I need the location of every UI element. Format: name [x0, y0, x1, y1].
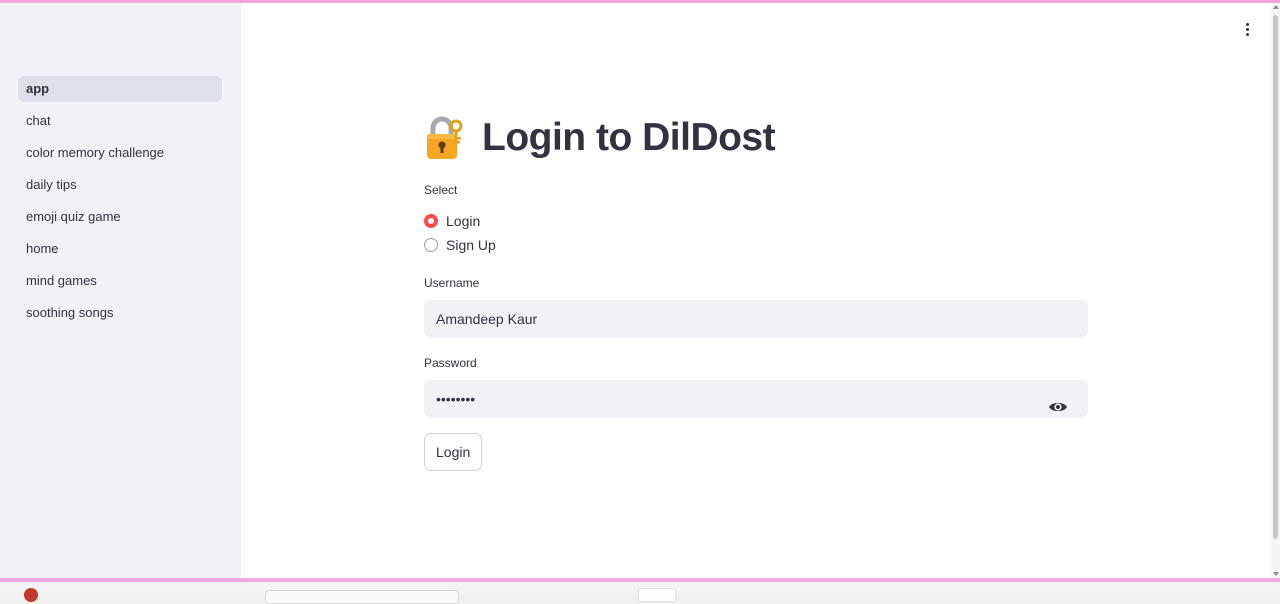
radio-label-login: Login: [446, 213, 481, 229]
scroll-thumb[interactable]: [1273, 15, 1278, 539]
password-value: ••••••••: [436, 391, 476, 407]
auth-mode-radio-group: Login Sign Up: [424, 209, 1088, 257]
radio-checked-icon[interactable]: [424, 214, 438, 228]
sidebar-item-emoji-quiz-game[interactable]: emoji quiz game: [18, 204, 222, 230]
scroll-down-icon[interactable]: [1273, 572, 1279, 576]
taskbar: [0, 582, 1280, 604]
taskbar-search-box[interactable]: [265, 590, 459, 604]
more-options-icon[interactable]: [1243, 23, 1251, 41]
radio-sign-up[interactable]: Sign Up: [424, 233, 1088, 257]
password-input[interactable]: ••••••••: [424, 380, 1088, 418]
scrollbar[interactable]: [1271, 3, 1280, 578]
username-value: Amandeep Kaur: [436, 311, 538, 327]
radio-unchecked-icon[interactable]: [424, 238, 438, 252]
taskbar-button[interactable]: [638, 588, 676, 602]
page-title: Login to DilDost: [482, 116, 776, 159]
login-form: Login to DilDost Select Login Sign Up Us…: [424, 109, 1088, 471]
sidebar: app chat color memory challenge daily ti…: [0, 3, 241, 578]
scroll-up-icon[interactable]: [1273, 5, 1279, 9]
sidebar-item-color-memory-challenge[interactable]: color memory challenge: [18, 140, 222, 166]
username-label: Username: [424, 276, 480, 290]
sidebar-item-daily-tips[interactable]: daily tips: [18, 172, 222, 198]
radio-login[interactable]: Login: [424, 209, 1088, 233]
username-input[interactable]: Amandeep Kaur: [424, 300, 1088, 338]
sidebar-item-home[interactable]: home: [18, 236, 222, 262]
sidebar-item-soothing-songs[interactable]: soothing songs: [18, 300, 222, 326]
sidebar-item-app[interactable]: app: [18, 76, 222, 102]
sidebar-item-chat[interactable]: chat: [18, 108, 222, 134]
page-header: Login to DilDost: [424, 109, 1088, 167]
app-icon[interactable]: [24, 588, 38, 602]
eye-icon[interactable]: [1048, 391, 1068, 412]
password-label: Password: [424, 356, 477, 370]
sidebar-nav: app chat color memory challenge daily ti…: [18, 76, 222, 332]
select-label: Select: [424, 183, 458, 197]
radio-label-sign-up: Sign Up: [446, 237, 496, 253]
locked-with-key-icon: [424, 115, 464, 161]
login-button[interactable]: Login: [424, 433, 483, 471]
main-content: Login to DilDost Select Login Sign Up Us…: [241, 3, 1271, 578]
sidebar-item-mind-games[interactable]: mind games: [18, 268, 222, 294]
